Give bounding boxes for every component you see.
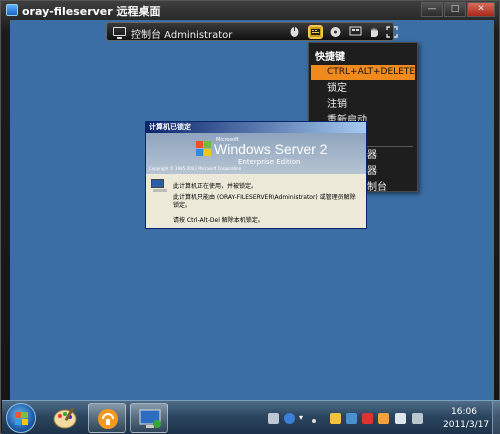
windows-server-banner: Microsoft Windows Server 2 Enterprise Ed… [146, 133, 366, 174]
monitor-icon [113, 27, 126, 39]
disk-icon[interactable] [329, 26, 342, 38]
title-bar[interactable]: oray-fileserver 远程桌面 — □ ✕ [1, 1, 500, 19]
tray-volume-icon[interactable] [412, 413, 423, 424]
taskbar-remote-desktop[interactable] [130, 403, 168, 433]
start-button[interactable] [6, 403, 36, 433]
tray-network-icon[interactable] [268, 413, 279, 424]
window-controls: — □ ✕ [420, 2, 495, 17]
dialog-line-3: 锁定。 [173, 202, 192, 209]
menu-item-logoff[interactable]: 注销 [311, 97, 415, 112]
keyboard-icon[interactable] [308, 25, 323, 39]
clock-date[interactable]: 2011/3/17 [443, 420, 489, 430]
tray-mail-icon[interactable] [330, 413, 341, 424]
windows-logo-icon [196, 141, 212, 156]
minimize-button[interactable]: — [421, 2, 443, 17]
show-desktop-button[interactable] [492, 401, 500, 434]
tray-dot-icon[interactable] [312, 419, 316, 423]
menu-header: 快捷键 [315, 52, 345, 63]
banner-copyright: Copyright © 1985-2003 Microsoft Corporat… [149, 166, 242, 171]
taskbar-paint-app[interactable] [46, 403, 84, 433]
menu-item-ctrl-alt-delete[interactable]: CTRL+ALT+DELETE [311, 65, 415, 80]
tray-oray-icon[interactable] [378, 413, 389, 424]
locked-computer-icon [151, 179, 167, 192]
tray-antivirus-icon[interactable] [362, 413, 373, 424]
display-icon[interactable] [349, 26, 362, 38]
computer-locked-dialog: 计算机已锁定 Microsoft Windows Server 2 Enterp… [145, 121, 367, 229]
dialog-line-4: 请按 Ctrl-Alt-Del 解除本机锁定。 [173, 217, 264, 224]
remote-desktop-area[interactable]: 控制台 Administrator 快捷键 CTRL+ALT+DELETE 锁定… [10, 20, 494, 400]
hand-icon[interactable] [368, 26, 381, 38]
tray-app-icon[interactable] [346, 413, 357, 424]
maximize-button[interactable]: □ [444, 2, 466, 17]
tray-expand-icon[interactable]: ▾ [299, 413, 305, 424]
close-button[interactable]: ✕ [467, 2, 495, 17]
mouse-icon[interactable] [288, 26, 301, 38]
remote-desktop-window: oray-fileserver 远程桌面 — □ ✕ 控制台 Administr… [0, 0, 500, 434]
tray-flag-icon[interactable] [395, 413, 406, 424]
window-title: oray-fileserver 远程桌面 [22, 5, 161, 18]
dialog-title: 计算机已锁定 [146, 122, 366, 133]
dialog-line-2: 此计算机只能由 (ORAY-FILESERVER\Administrator) … [173, 194, 356, 201]
dialog-line-1: 此计算机正在使用，并被锁定。 [173, 183, 258, 190]
session-label: 控制台 Administrator [131, 30, 233, 41]
menu-item-lock[interactable]: 锁定 [311, 81, 415, 96]
taskbar-remote-app[interactable] [88, 403, 126, 433]
app-icon [6, 4, 18, 16]
tray-help-icon[interactable] [284, 413, 295, 424]
clock-time[interactable]: 16:06 [451, 407, 477, 417]
banner-edition: Enterprise Edition [238, 158, 301, 166]
remote-control-toolbar: 控制台 Administrator [106, 22, 398, 41]
taskbar: ▾ 16:06 2011/3/17 [2, 400, 500, 434]
fullscreen-icon[interactable] [385, 26, 398, 38]
banner-product: Windows Server 2 [214, 141, 328, 157]
